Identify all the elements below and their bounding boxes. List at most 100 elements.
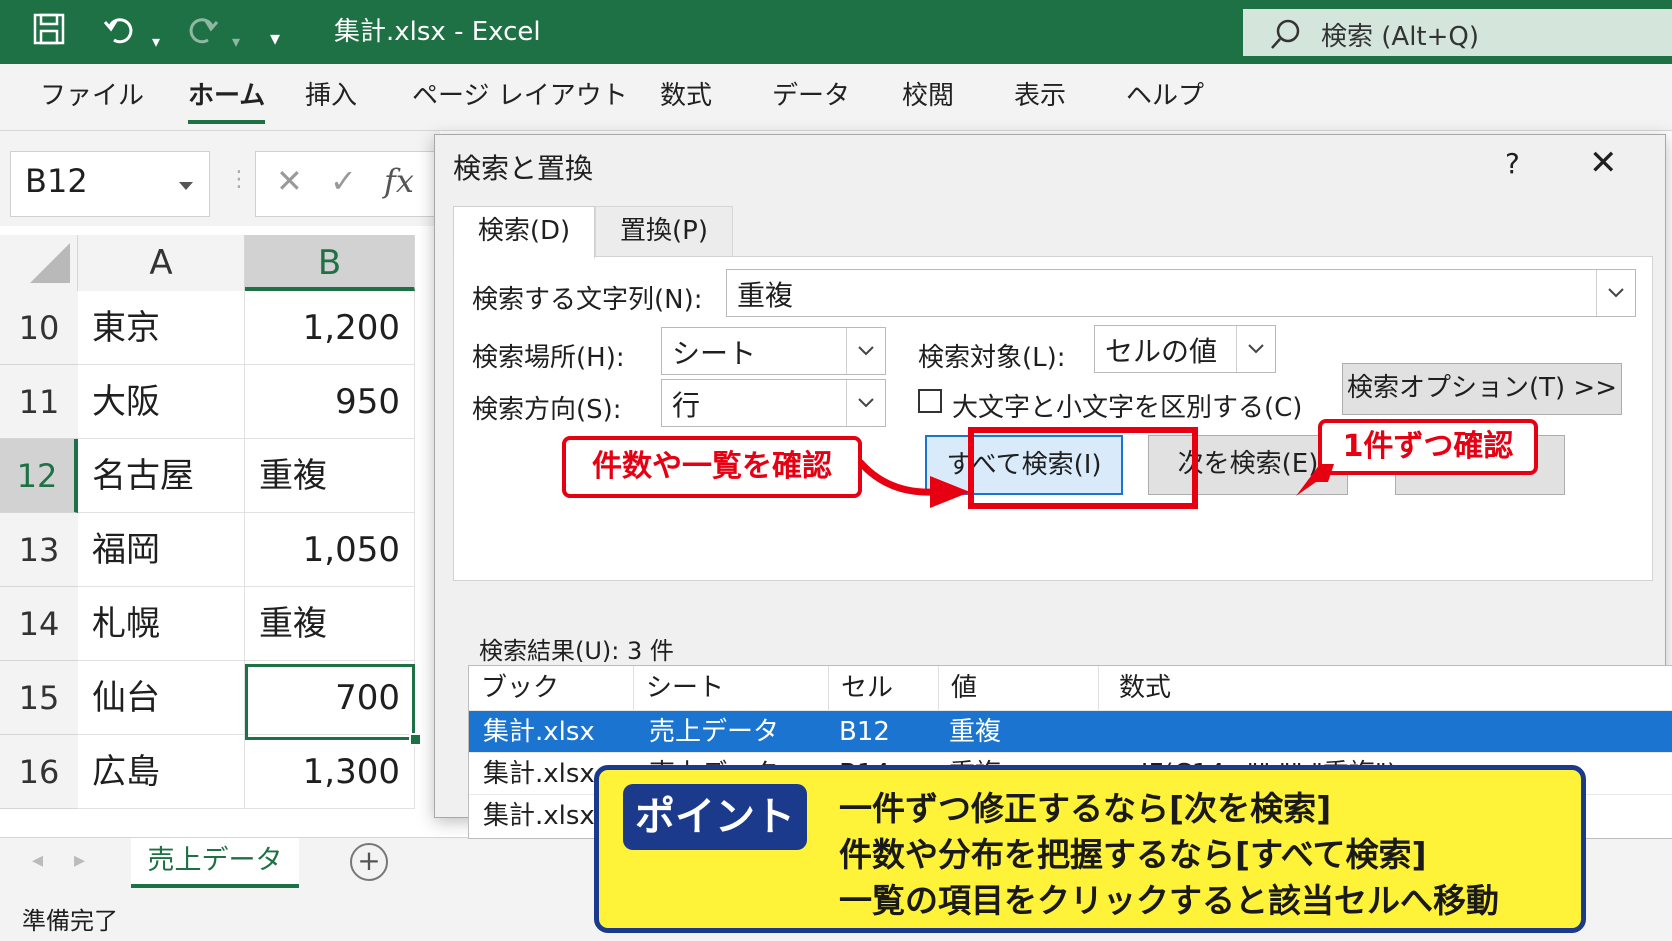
redo-icon[interactable] [186, 12, 220, 57]
enter-icon[interactable]: ✓ [330, 162, 357, 200]
undo-dropdown-icon[interactable]: ▾ [152, 22, 160, 62]
result-row[interactable]: 集計.xlsx 売上データ B12 重複 [469, 710, 1672, 752]
tab-page-layout[interactable]: ページ レイアウト [412, 78, 628, 114]
point-badge: ポイント [623, 784, 807, 850]
cell-a[interactable]: 大阪 [78, 365, 245, 439]
search-box[interactable]: 検索 (Alt+Q) [1243, 9, 1672, 56]
tab-find[interactable]: 検索(D) [453, 206, 595, 258]
within-select[interactable]: シート [661, 327, 886, 375]
find-all-highlight [968, 427, 1198, 509]
callout-find-all: 件数や一覧を確認 [562, 436, 862, 498]
point-line-3: 一覧の項目をクリックすると該当セルへ移動 [839, 881, 1499, 920]
chevron-down-icon[interactable] [1236, 326, 1275, 372]
chevron-down-icon[interactable] [1596, 270, 1635, 316]
results-header-cell[interactable]: セル [829, 666, 939, 710]
look-in-select[interactable]: セルの値 [1094, 325, 1276, 373]
tab-view[interactable]: 表示 [1014, 78, 1066, 114]
row-header[interactable]: 16 [0, 735, 78, 809]
redo-dropdown-icon[interactable]: ▾ [232, 22, 240, 62]
formula-bar: B12 ⋮ ✕ ✓ fx [0, 131, 440, 226]
cell-a[interactable]: 仙台 [78, 661, 245, 735]
tab-insert[interactable]: 挿入 [305, 78, 357, 114]
search-direction-select[interactable]: 行 [661, 379, 886, 427]
dialog-title: 検索と置換 [453, 152, 594, 185]
tab-home[interactable]: ホーム [188, 78, 266, 124]
cancel-icon[interactable]: ✕ [276, 162, 303, 200]
cell-a[interactable]: 広島 [78, 735, 245, 809]
results-header-value[interactable]: 値 [939, 666, 1099, 710]
scroll-left-icon[interactable]: ◂ [32, 848, 43, 873]
cell-a[interactable]: 札幌 [78, 587, 245, 661]
insert-function-icon[interactable]: fx [384, 162, 414, 200]
ribbon-tabs: ファイル ホーム 挿入 ページ レイアウト 数式 データ 校閲 表示 ヘルプ [0, 64, 1672, 131]
window-title: 集計.xlsx - Excel [334, 17, 541, 47]
callout-find-next: 1件ずつ確認 [1318, 419, 1538, 475]
cell-a[interactable]: 名古屋 [78, 439, 245, 513]
save-icon[interactable] [32, 12, 66, 57]
fill-handle[interactable] [409, 733, 422, 746]
results-count: 検索結果(U): 3 件 [479, 637, 674, 665]
title-bar: ▾ ▾ ▾ 集計.xlsx - Excel 検索 (Alt+Q) [0, 0, 1672, 64]
results-header-sheet[interactable]: シート [634, 666, 829, 710]
add-sheet-icon[interactable]: + [350, 843, 388, 881]
active-cell-border [245, 664, 415, 740]
cell-b[interactable]: 重複 [245, 439, 415, 513]
result-book: 集計.xlsx [483, 759, 595, 789]
cell-b[interactable]: 重複 [245, 587, 415, 661]
formula-buttons: ✕ ✓ fx [255, 151, 440, 217]
scroll-right-icon[interactable]: ▸ [74, 848, 85, 873]
cell-a[interactable]: 東京 [78, 291, 245, 365]
tab-replace[interactable]: 置換(P) [595, 206, 733, 256]
row-header[interactable]: 13 [0, 513, 78, 587]
options-button[interactable]: 検索オプション(T) >> [1342, 363, 1622, 415]
match-case-label: 大文字と小文字を区別する(C) [952, 393, 1303, 423]
result-sheet: 売上データ [649, 717, 780, 747]
tab-data[interactable]: データ [772, 78, 850, 114]
column-header-a[interactable]: A [78, 235, 245, 291]
chevron-down-icon[interactable] [846, 380, 885, 426]
point-box: ポイント 一件ずつ修正するなら[次を検索] 件数や分布を把握するなら[すべて検索… [594, 765, 1586, 933]
cell-b[interactable]: 950 [245, 365, 415, 439]
tab-file[interactable]: ファイル [40, 78, 144, 114]
status-text: 準備完了 [22, 907, 118, 935]
find-what-input[interactable]: 重複 [726, 269, 1636, 317]
results-header-book[interactable]: ブック [469, 666, 634, 710]
results-header-formula[interactable]: 数式 [1099, 666, 1672, 710]
worksheet-grid: A B 10 東京 1,200 11 大阪 950 12 名古屋 重複 13 福岡 1,050 14 札幌… [0, 227, 422, 837]
tab-review[interactable]: 校閲 [902, 78, 954, 114]
row-header[interactable]: 14 [0, 587, 78, 661]
row-header[interactable]: 11 [0, 365, 78, 439]
row-header[interactable]: 10 [0, 291, 78, 365]
search-direction-label: 検索方向(S): [472, 395, 622, 425]
sheet-tab-sales[interactable]: 売上データ [131, 838, 299, 888]
tab-help[interactable]: ヘルプ [1126, 78, 1204, 114]
point-line-2: 件数や分布を把握するなら[すべて検索] [839, 835, 1427, 874]
result-cell: B12 [839, 717, 890, 747]
resize-handle-icon[interactable]: ⋮ [228, 167, 250, 192]
select-all-corner[interactable] [0, 235, 78, 291]
tab-formulas[interactable]: 数式 [660, 78, 712, 114]
column-header-b[interactable]: B [245, 235, 415, 291]
row-header[interactable]: 15 [0, 661, 78, 735]
customize-toolbar-icon[interactable]: ▾ [270, 18, 280, 58]
name-box[interactable]: B12 [10, 151, 210, 217]
chevron-down-icon[interactable] [179, 182, 193, 190]
look-in-value: セルの値 [1105, 335, 1218, 368]
within-value: シート [672, 337, 757, 370]
result-book: 集計.xlsx [483, 801, 595, 831]
cell-a[interactable]: 福岡 [78, 513, 245, 587]
cell-b[interactable]: 1,050 [245, 513, 415, 587]
match-case-checkbox[interactable] [918, 389, 942, 413]
undo-icon[interactable] [102, 12, 136, 57]
point-line-1: 一件ずつ修正するなら[次を検索] [839, 789, 1332, 828]
arrow-to-find-next-icon [1296, 464, 1334, 496]
result-book: 集計.xlsx [483, 717, 595, 747]
arrow-to-find-all-icon [858, 459, 970, 508]
cell-b[interactable]: 1,300 [245, 735, 415, 809]
close-icon[interactable]: ✕ [1589, 143, 1618, 183]
help-icon[interactable]: ? [1505, 147, 1520, 180]
name-box-value: B12 [25, 162, 88, 200]
cell-b[interactable]: 1,200 [245, 291, 415, 365]
row-header[interactable]: 12 [0, 439, 78, 513]
chevron-down-icon[interactable] [846, 328, 885, 374]
